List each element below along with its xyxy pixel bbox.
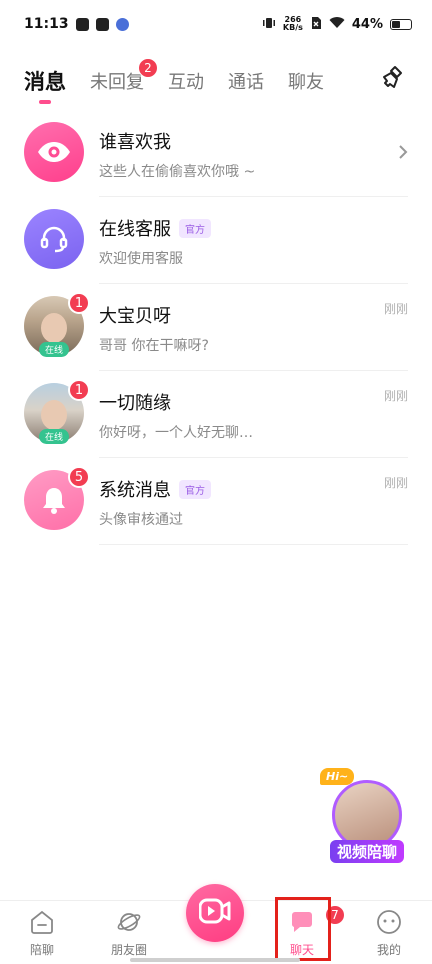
tiktok-icon — [75, 17, 89, 31]
conversation-who-likes-me[interactable]: 谁喜欢我 这些人在偷偷喜欢你哦 ~ — [0, 110, 432, 197]
conversation-name: 谁喜欢我 — [99, 132, 171, 153]
nav-me[interactable]: 我的 — [357, 909, 421, 958]
mail-icon — [95, 17, 109, 31]
tab-calls[interactable]: 通话 — [228, 64, 264, 98]
unread-badge: 1 — [68, 379, 90, 401]
status-bar: 11:13 266 KB/s 44% — [0, 0, 432, 48]
official-tag: 官方 — [179, 218, 211, 238]
conversation-customer-service[interactable]: 在线客服 官方 欢迎使用客服 — [0, 197, 432, 284]
app-notification-icon — [115, 17, 129, 31]
nav-label: 我的 — [376, 943, 401, 957]
tab-label: 通话 — [228, 72, 264, 93]
conversation-list: 谁喜欢我 这些人在偷偷喜欢你哦 ~ 在线客服 官方 欢迎使用客服 在线 1 大宝… — [0, 110, 432, 545]
conversation-name: 一切随缘 — [99, 393, 171, 414]
tab-chat-friends[interactable]: 聊友 — [288, 64, 324, 98]
conversation-preview: 哥哥 你在干嘛呀? — [99, 338, 209, 354]
net-speed: 266 KB/s — [283, 16, 303, 32]
nav-moments[interactable]: 朋友圈 — [97, 909, 161, 958]
tab-interaction[interactable]: 互动 — [168, 64, 204, 98]
video-chat-float-button[interactable]: Hi~ 视频陪聊 — [320, 768, 408, 868]
chat-tab-highlight — [275, 897, 331, 961]
tab-unreplied[interactable]: 未回复 2 — [90, 58, 158, 98]
tab-label: 消息 — [24, 70, 66, 94]
conversation-name: 系统消息 — [99, 480, 171, 501]
unread-badge: 5 — [68, 466, 90, 488]
status-time: 11:13 — [24, 16, 69, 32]
tab-label: 聊友 — [288, 72, 324, 93]
conversation-preview: 头像审核通过 — [99, 512, 183, 528]
conversation-dabaobei[interactable]: 在线 1 大宝贝呀 哥哥 你在干嘛呀? 刚刚 — [0, 284, 432, 371]
clear-unread-broom-icon[interactable] — [380, 64, 406, 90]
planet-icon — [116, 909, 142, 935]
conversation-time: 刚刚 — [383, 389, 408, 403]
conversation-preview: 你好呀，一个人好无聊… — [99, 425, 253, 441]
online-tag: 在线 — [38, 342, 70, 357]
video-chat-label: 视频陪聊 — [330, 840, 404, 863]
conversation-time: 刚刚 — [383, 302, 408, 316]
smiley-icon — [376, 909, 402, 935]
wifi-icon — [329, 16, 345, 32]
unreplied-badge: 2 — [138, 58, 158, 78]
tab-messages[interactable]: 消息 — [24, 64, 66, 98]
tab-label: 未回复 — [90, 72, 144, 93]
headset-icon — [24, 209, 84, 269]
no-sim-icon — [310, 16, 322, 33]
online-tag: 在线 — [38, 429, 70, 444]
conversation-yiqie-suiyuan[interactable]: 在线 1 一切随缘 你好呀，一个人好无聊… 刚刚 — [0, 371, 432, 458]
home-face-icon — [29, 909, 55, 935]
message-tabs: 消息 未回复 2 互动 通话 聊友 — [24, 58, 348, 98]
conversation-system-messages[interactable]: 5 系统消息 官方 头像审核通过 刚刚 — [0, 458, 432, 545]
conversation-preview: 这些人在偷偷喜欢你哦 ~ — [99, 164, 256, 180]
battery-icon — [390, 18, 412, 30]
home-indicator — [130, 958, 300, 962]
video-play-icon — [198, 898, 231, 928]
battery-percent: 44% — [351, 16, 383, 32]
net-speed-unit: KB/s — [282, 23, 303, 32]
official-tag: 官方 — [179, 479, 211, 499]
conversation-preview: 欢迎使用客服 — [99, 251, 183, 267]
hi-bubble: Hi~ — [320, 768, 355, 785]
nav-label: 陪聊 — [29, 943, 54, 957]
chevron-right-icon — [398, 144, 408, 164]
tab-label: 互动 — [168, 72, 204, 93]
vibrate-icon — [262, 16, 276, 33]
nav-companion-chat[interactable]: 陪聊 — [10, 909, 74, 958]
video-call-button[interactable] — [186, 884, 244, 942]
conversation-name: 大宝贝呀 — [99, 306, 171, 327]
nav-label: 朋友圈 — [110, 943, 147, 957]
conversation-name: 在线客服 — [99, 219, 171, 240]
conversation-time: 刚刚 — [383, 476, 408, 490]
unread-badge: 1 — [68, 292, 90, 314]
divider — [99, 544, 408, 545]
eye-icon — [24, 122, 84, 182]
